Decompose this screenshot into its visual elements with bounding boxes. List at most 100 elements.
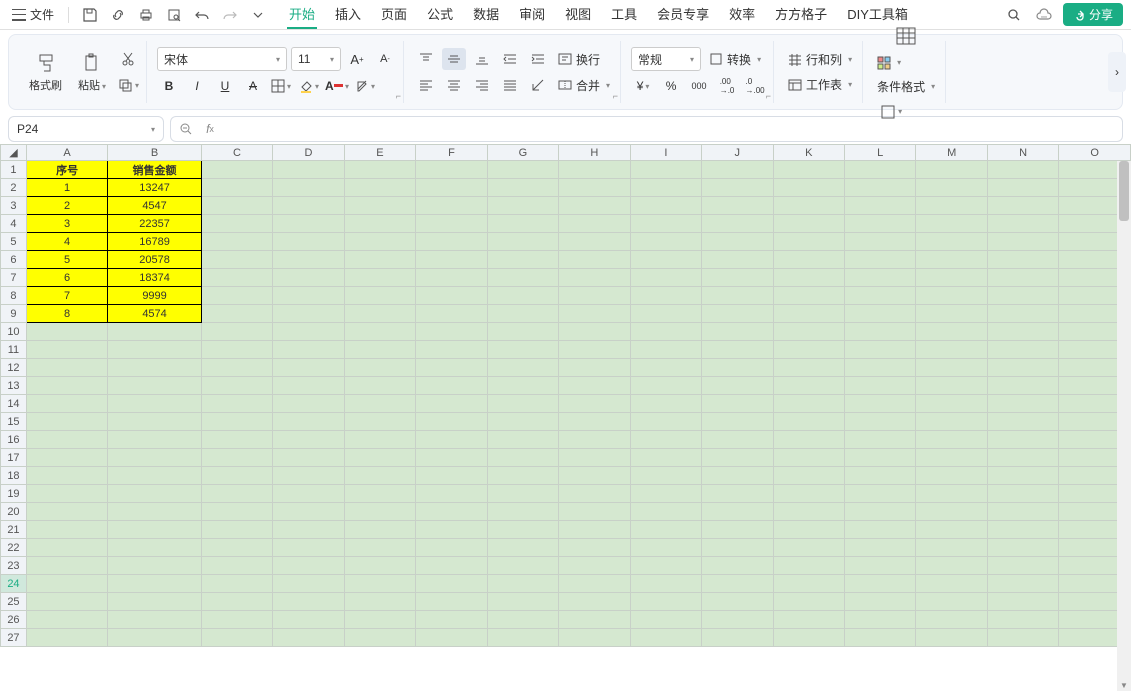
cell[interactable] — [987, 539, 1058, 557]
cell[interactable] — [630, 359, 701, 377]
cell[interactable] — [773, 629, 844, 647]
cell[interactable] — [916, 251, 987, 269]
cell[interactable] — [844, 233, 915, 251]
cell[interactable] — [344, 233, 415, 251]
cell[interactable] — [916, 413, 987, 431]
cell[interactable] — [916, 323, 987, 341]
cell[interactable] — [487, 485, 558, 503]
cell[interactable] — [773, 215, 844, 233]
cell[interactable] — [344, 575, 415, 593]
cell[interactable] — [559, 629, 630, 647]
bold-button[interactable]: B — [157, 75, 181, 97]
cell[interactable] — [416, 539, 487, 557]
cell[interactable] — [201, 305, 272, 323]
increase-font-icon[interactable]: A+ — [345, 48, 369, 70]
cell[interactable] — [416, 341, 487, 359]
cell[interactable] — [702, 467, 773, 485]
cell[interactable] — [630, 161, 701, 179]
cell[interactable] — [773, 197, 844, 215]
tab-insert[interactable]: 插入 — [333, 0, 363, 29]
cell[interactable] — [344, 629, 415, 647]
align-left-icon[interactable] — [414, 74, 438, 96]
cell[interactable] — [344, 197, 415, 215]
cell[interactable] — [273, 233, 344, 251]
cell[interactable] — [702, 413, 773, 431]
cell[interactable] — [201, 449, 272, 467]
cell[interactable] — [559, 233, 630, 251]
col-header[interactable]: B — [108, 145, 201, 161]
cell[interactable] — [844, 503, 915, 521]
cell[interactable] — [416, 359, 487, 377]
cell[interactable] — [487, 503, 558, 521]
cell[interactable] — [702, 341, 773, 359]
cell[interactable] — [559, 503, 630, 521]
cell[interactable] — [201, 323, 272, 341]
cell[interactable] — [344, 215, 415, 233]
cell[interactable] — [987, 575, 1058, 593]
cell[interactable] — [344, 503, 415, 521]
cell[interactable] — [26, 377, 107, 395]
cell[interactable] — [273, 179, 344, 197]
cell[interactable] — [773, 161, 844, 179]
cell[interactable] — [630, 521, 701, 539]
cell[interactable] — [987, 161, 1058, 179]
cell[interactable]: 4574 — [108, 305, 201, 323]
col-header[interactable]: O — [1059, 145, 1131, 161]
cell[interactable] — [844, 629, 915, 647]
row-header[interactable]: 1 — [1, 161, 27, 179]
cell[interactable] — [416, 179, 487, 197]
cell[interactable] — [702, 287, 773, 305]
align-center-icon[interactable] — [442, 74, 466, 96]
cell[interactable] — [416, 449, 487, 467]
indent-decrease-icon[interactable] — [498, 48, 522, 70]
cell[interactable] — [344, 521, 415, 539]
cell[interactable] — [26, 413, 107, 431]
cell[interactable] — [702, 395, 773, 413]
cell[interactable] — [844, 485, 915, 503]
cell[interactable] — [273, 611, 344, 629]
cell[interactable] — [487, 305, 558, 323]
cell[interactable] — [916, 359, 987, 377]
cell[interactable] — [773, 179, 844, 197]
cell[interactable] — [987, 557, 1058, 575]
cell[interactable] — [108, 521, 201, 539]
cell[interactable] — [844, 431, 915, 449]
cell[interactable] — [416, 611, 487, 629]
tab-tools[interactable]: 工具 — [609, 0, 639, 29]
cell[interactable] — [630, 179, 701, 197]
cell[interactable] — [916, 611, 987, 629]
cell[interactable] — [487, 341, 558, 359]
clear-format-button[interactable]: ▾ — [353, 75, 377, 97]
cell[interactable] — [559, 251, 630, 269]
cell[interactable] — [559, 215, 630, 233]
row-header[interactable]: 19 — [1, 485, 27, 503]
cell[interactable] — [108, 359, 201, 377]
cell[interactable] — [916, 287, 987, 305]
cell[interactable] — [844, 413, 915, 431]
cell[interactable] — [773, 611, 844, 629]
cell[interactable] — [773, 449, 844, 467]
cell[interactable] — [416, 377, 487, 395]
cell[interactable] — [344, 449, 415, 467]
cell[interactable] — [344, 413, 415, 431]
preview-icon[interactable] — [163, 4, 185, 26]
cell[interactable] — [416, 485, 487, 503]
row-header[interactable]: 7 — [1, 269, 27, 287]
cell[interactable] — [916, 305, 987, 323]
cell[interactable] — [487, 575, 558, 593]
col-header[interactable]: M — [916, 145, 987, 161]
cell[interactable] — [201, 233, 272, 251]
cell[interactable] — [416, 305, 487, 323]
align-top-icon[interactable] — [414, 48, 438, 70]
print-icon[interactable] — [135, 4, 157, 26]
cell-size-button[interactable]: ▾ — [879, 101, 903, 123]
cell[interactable] — [844, 611, 915, 629]
cell[interactable] — [630, 485, 701, 503]
cell[interactable] — [108, 611, 201, 629]
cell[interactable] — [273, 539, 344, 557]
cell[interactable] — [273, 413, 344, 431]
cell[interactable] — [987, 503, 1058, 521]
cell[interactable] — [987, 251, 1058, 269]
percent-icon[interactable]: % — [659, 75, 683, 97]
cell[interactable] — [416, 467, 487, 485]
